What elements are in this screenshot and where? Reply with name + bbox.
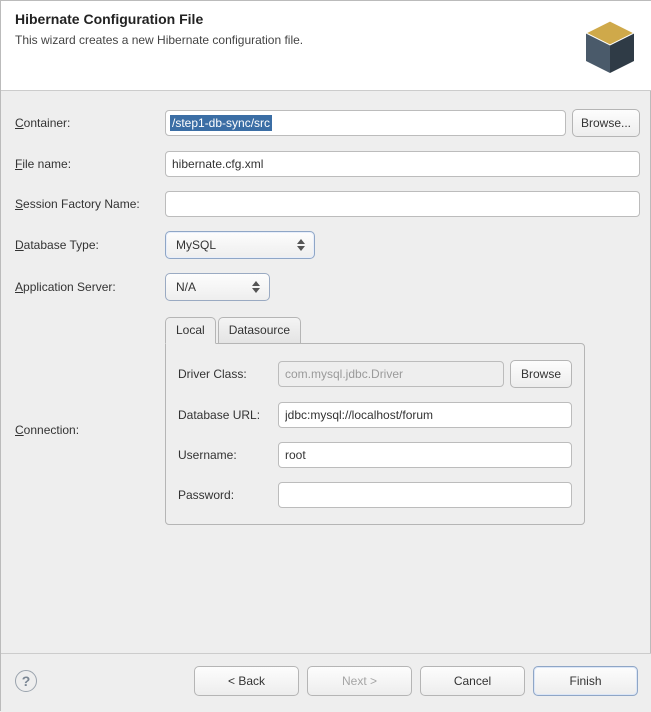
container-label: Container: — [15, 116, 165, 130]
next-button: Next > — [307, 666, 412, 696]
container-browse-button[interactable]: Browse... — [572, 109, 640, 137]
application-server-value: N/A — [176, 280, 196, 294]
database-type-label: Database Type: — [15, 238, 165, 252]
password-label: Password: — [178, 488, 278, 502]
container-value: /step1-db-sync/src — [170, 115, 272, 131]
updown-icon — [249, 277, 263, 297]
updown-icon — [294, 235, 308, 255]
hibernate-logo-icon — [580, 17, 640, 77]
username-label: Username: — [178, 448, 278, 462]
username-field[interactable] — [278, 442, 572, 468]
connection-label: Connection: — [15, 423, 165, 437]
database-type-value: MySQL — [176, 238, 216, 252]
back-button[interactable]: < Back — [194, 666, 299, 696]
tab-local[interactable]: Local — [165, 317, 216, 344]
application-server-label: Application Server: — [15, 280, 165, 294]
tab-datasource[interactable]: Datasource — [218, 317, 301, 343]
database-type-combo[interactable]: MySQL — [165, 231, 315, 259]
wizard-footer: ? < Back Next > Cancel Finish — [1, 653, 651, 712]
wizard-header: Hibernate Configuration File This wizard… — [1, 1, 651, 91]
wizard-form: Container: /step1-db-sync/src Browse... … — [1, 91, 651, 533]
file-name-label: File name: — [15, 157, 165, 171]
session-factory-field[interactable] — [165, 191, 640, 217]
session-factory-label: Session Factory Name: — [15, 197, 165, 211]
wizard-subtitle: This wizard creates a new Hibernate conf… — [15, 33, 638, 47]
help-icon[interactable]: ? — [15, 670, 37, 692]
file-name-field[interactable] — [165, 151, 640, 177]
wizard-title: Hibernate Configuration File — [15, 11, 638, 27]
password-field[interactable] — [278, 482, 572, 508]
application-server-combo[interactable]: N/A — [165, 273, 270, 301]
cancel-button[interactable]: Cancel — [420, 666, 525, 696]
container-field[interactable]: /step1-db-sync/src — [165, 110, 566, 136]
finish-button[interactable]: Finish — [533, 666, 638, 696]
